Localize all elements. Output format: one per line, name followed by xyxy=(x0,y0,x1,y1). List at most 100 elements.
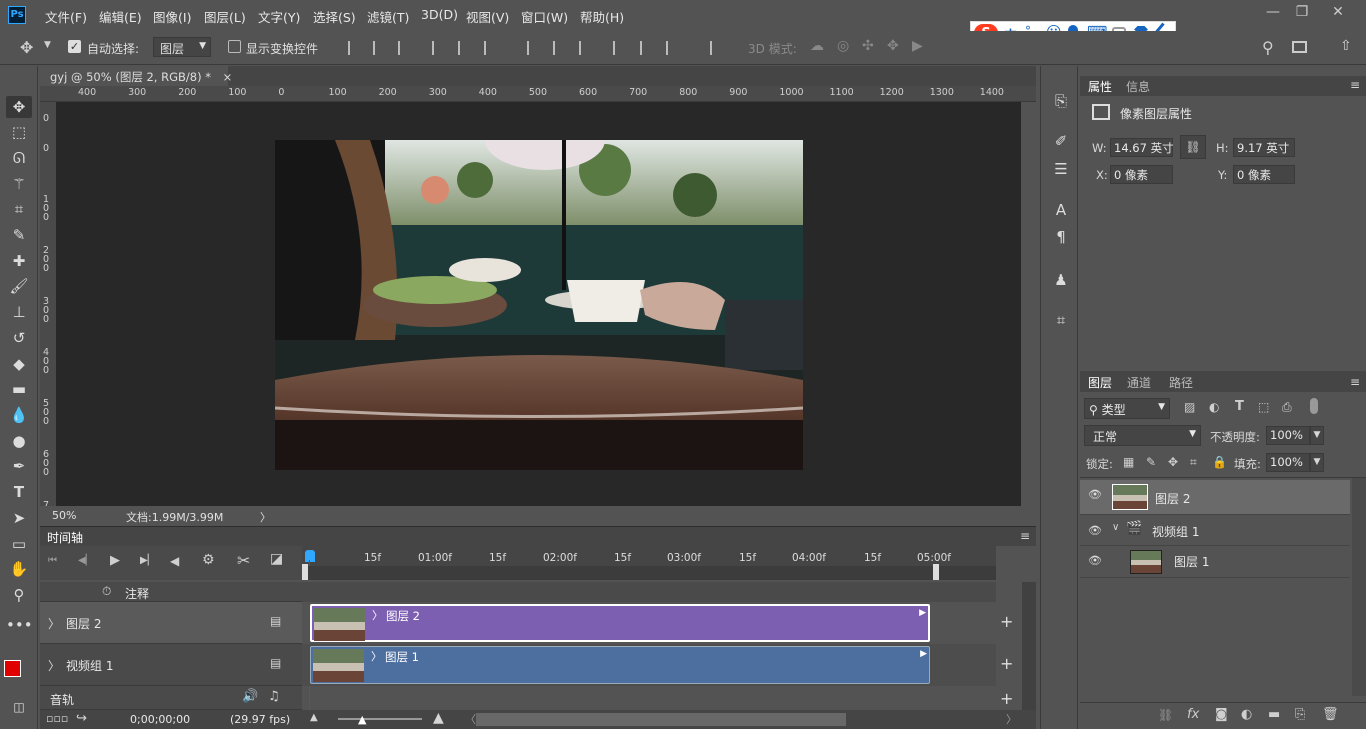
move-tool-icon[interactable]: ✥ xyxy=(6,96,32,118)
playhead-handle[interactable] xyxy=(305,550,315,562)
close-button[interactable]: ✕ xyxy=(1324,2,1352,24)
distribute-top-icon[interactable] xyxy=(527,41,541,55)
lock-artboard-icon[interactable]: ⌗ xyxy=(1190,455,1197,470)
x-field[interactable]: 0 像素 xyxy=(1110,165,1173,184)
film-icon[interactable]: ▤ xyxy=(270,656,281,670)
clip-chevron-icon[interactable]: 〉 xyxy=(371,648,382,664)
filter-toggle-icon[interactable] xyxy=(1310,398,1318,414)
dodge-tool-icon[interactable]: ● xyxy=(6,430,32,452)
audio-icon[interactable]: ◀ xyxy=(170,554,179,568)
transition-icon[interactable]: ◪ xyxy=(270,551,283,567)
close-tab-icon[interactable]: × xyxy=(223,70,233,84)
distribute-left-icon[interactable] xyxy=(613,41,627,55)
menu-3d[interactable]: 3D(D) xyxy=(421,7,458,22)
pen-tool-icon[interactable]: ✒ xyxy=(6,455,32,477)
lock-position-icon[interactable]: ✥ xyxy=(1168,455,1178,469)
fx-icon[interactable]: fx xyxy=(1187,707,1199,722)
show-transform-checkbox[interactable] xyxy=(228,40,241,53)
settings-gear-icon[interactable]: ⚙ xyxy=(202,552,215,568)
tab-layers[interactable]: 图层 xyxy=(1088,374,1112,391)
zoom-out-icon[interactable]: ▲ xyxy=(310,712,318,723)
distribute-hcenter-icon[interactable] xyxy=(640,41,654,55)
film-icon[interactable]: ▤ xyxy=(270,614,281,628)
clip-menu-icon[interactable]: ▶ xyxy=(920,649,927,659)
render-icon[interactable]: ↪ xyxy=(76,711,87,726)
crop-panel-icon[interactable]: ⌗ xyxy=(1051,311,1071,329)
status-menu-arrow[interactable]: 〉 xyxy=(260,509,271,525)
filter-shape-icon[interactable]: ⬚ xyxy=(1258,400,1269,414)
adjustment-layer-icon[interactable]: ◐ xyxy=(1241,707,1252,722)
menu-window[interactable]: 窗口(W) xyxy=(521,7,568,26)
quick-mask-icon[interactable]: ◫ xyxy=(6,696,32,718)
eye-icon[interactable]: 👁 xyxy=(1088,488,1102,501)
history-brush-icon[interactable]: ↺ xyxy=(6,327,32,349)
foreground-color-swatch[interactable] xyxy=(4,660,21,677)
eye-icon[interactable]: 👁 xyxy=(1088,524,1102,537)
menu-help[interactable]: 帮助(H) xyxy=(580,7,624,26)
clone-stamp-icon[interactable]: ⊥ xyxy=(6,301,32,323)
link-layers-icon[interactable]: ⛓ xyxy=(1158,708,1173,722)
align-right-icon[interactable] xyxy=(484,41,498,55)
lock-all-icon[interactable]: 🔒 xyxy=(1212,455,1227,469)
track-video-group-1[interactable]: 〉 视频组 1 ▤ xyxy=(40,644,302,686)
layer-row-layer-2[interactable]: 👁 图层 2 xyxy=(1080,480,1350,515)
add-mask-icon[interactable]: ◙ xyxy=(1215,707,1228,722)
eye-icon[interactable]: 👁 xyxy=(1088,554,1102,567)
first-frame-icon[interactable]: ⏮ xyxy=(48,555,57,566)
gradient-tool-icon[interactable]: ▬ xyxy=(6,378,32,400)
clip-chevron-icon[interactable]: 〉 xyxy=(372,607,383,623)
menu-file[interactable]: 文件(F) xyxy=(45,7,87,26)
layer-row-video-group-1[interactable]: 👁 ∨ 🎬 视频组 1 xyxy=(1080,516,1350,546)
3d-pan-icon[interactable]: ✣ xyxy=(862,38,874,54)
magic-wand-icon[interactable]: ⚚ xyxy=(6,173,32,195)
new-layer-icon[interactable]: ⎘ xyxy=(1295,707,1305,722)
width-field[interactable]: 14.67 英寸 xyxy=(1110,138,1174,157)
minimize-button[interactable]: — xyxy=(1259,2,1287,24)
blur-tool-icon[interactable]: 💧 xyxy=(6,404,32,426)
healing-brush-icon[interactable]: ✚ xyxy=(6,250,32,272)
restore-button[interactable]: ❐ xyxy=(1288,2,1316,24)
panel-menu-icon[interactable]: ≡ xyxy=(1020,529,1030,543)
blend-mode-dropdown[interactable]: 正常 ▼ xyxy=(1084,425,1201,446)
distribute-right-icon[interactable] xyxy=(666,41,680,55)
clone-source-icon[interactable]: ♟ xyxy=(1051,271,1071,289)
y-field[interactable]: 0 像素 xyxy=(1233,165,1295,184)
panel-menu-icon[interactable]: ≡ xyxy=(1350,78,1360,92)
music-note-icon[interactable]: ♫ xyxy=(268,689,280,704)
auto-select-dropdown[interactable]: 图层 ▼ xyxy=(153,37,211,57)
align-vcenter-icon[interactable] xyxy=(373,41,387,55)
next-frame-icon[interactable]: ▶▏ xyxy=(140,555,155,566)
layer-row-layer-1[interactable]: 👁 图层 1 xyxy=(1080,546,1350,578)
brush-tool-icon[interactable]: 🖌 xyxy=(6,275,32,297)
add-media-icon[interactable]: + xyxy=(1000,612,1013,631)
paragraph-panel-icon[interactable]: ¶ xyxy=(1051,228,1071,246)
link-icon[interactable]: ⛓ xyxy=(1180,135,1206,159)
work-area-start[interactable] xyxy=(302,564,308,580)
trash-icon[interactable]: 🗑 xyxy=(1322,707,1339,722)
tab-paths[interactable]: 路径 xyxy=(1169,374,1193,391)
3d-orbit-icon[interactable]: ☁ xyxy=(810,38,824,54)
chevron-down-icon[interactable]: ▼ xyxy=(1310,426,1324,445)
eyedropper-icon[interactable]: ✎ xyxy=(6,224,32,246)
new-group-icon[interactable]: ▬ xyxy=(1268,707,1280,722)
menu-edit[interactable]: 编辑(E) xyxy=(99,7,142,26)
lock-transparency-icon[interactable]: ▦ xyxy=(1123,455,1134,469)
document-tab[interactable]: gyj @ 50% (图层 2, RGB/8) * × xyxy=(40,66,232,86)
fill-field[interactable]: 100% xyxy=(1266,453,1310,472)
distribute-vcenter-icon[interactable] xyxy=(553,41,567,55)
expand-chevron-icon[interactable]: 〉 xyxy=(48,657,60,674)
move-tool-icon[interactable]: ✥ xyxy=(20,38,33,57)
expand-chevron-icon[interactable]: 〉 xyxy=(48,615,60,632)
document-image[interactable] xyxy=(275,140,803,470)
3d-slide-icon[interactable]: ✥ xyxy=(887,38,899,54)
opacity-field[interactable]: 100% xyxy=(1266,426,1310,445)
zoom-tool-icon[interactable]: ⚲ xyxy=(6,584,32,606)
clip-layer-1[interactable]: 〉 图层 1 ▶ xyxy=(310,646,930,684)
menu-view[interactable]: 视图(V) xyxy=(466,7,509,26)
tab-channels[interactable]: 通道 xyxy=(1127,374,1151,391)
align-left-icon[interactable] xyxy=(432,41,446,55)
filter-smart-object-icon[interactable]: ⎙ xyxy=(1282,400,1292,415)
history-panel-icon[interactable]: ⎘ xyxy=(1051,92,1071,110)
hand-tool-icon[interactable]: ✋ xyxy=(6,558,32,580)
share-icon[interactable]: ⇧ xyxy=(1340,38,1352,54)
